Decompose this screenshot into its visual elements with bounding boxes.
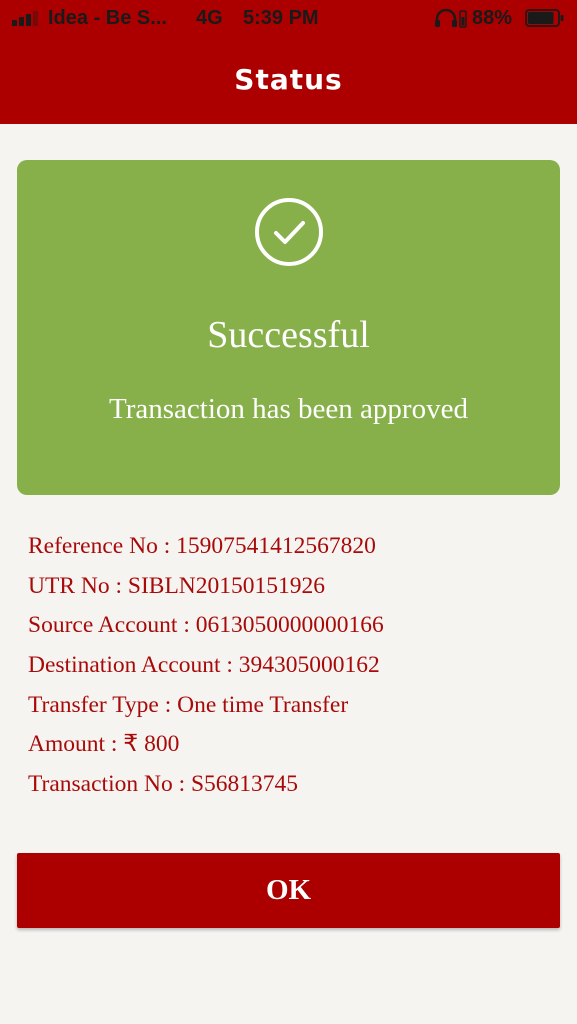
amount: Amount : ₹ 800 bbox=[28, 731, 180, 758]
carrier-name: Idea - Be S... bbox=[48, 7, 167, 29]
transaction-details: Reference No : 15907541412567820 UTR No … bbox=[28, 530, 558, 808]
reference-number: Reference No : 15907541412567820 bbox=[28, 533, 376, 559]
battery-percent: 88% bbox=[472, 7, 513, 29]
ok-button[interactable]: OK bbox=[17, 853, 560, 928]
status-bar: Idea - Be S... 4G 5:39 PM 88% bbox=[0, 0, 577, 38]
result-message: Transaction has been approved bbox=[109, 393, 468, 425]
transaction-number: Transaction No : S56813745 bbox=[28, 771, 299, 798]
battery-icon bbox=[525, 9, 564, 27]
check-circle-icon bbox=[255, 198, 323, 266]
clock-time: 5:39 PM bbox=[243, 7, 319, 29]
signal-icon bbox=[12, 11, 38, 26]
page-title: Status bbox=[234, 63, 343, 96]
network-type: 4G bbox=[196, 7, 223, 29]
transfer-type: Transfer Type : One time Transfer bbox=[28, 691, 349, 718]
headphones-icon bbox=[435, 8, 467, 28]
header-bar: Status bbox=[0, 38, 577, 124]
destination-account: Destination Account : 394305000162 bbox=[28, 652, 380, 679]
utr-number: UTR No : SIBLN20150151926 bbox=[28, 572, 326, 599]
source-account: Source Account : 0613050000000166 bbox=[28, 612, 384, 639]
success-card: Successful Transaction has been approved bbox=[17, 160, 560, 495]
result-title: Successful bbox=[207, 314, 370, 356]
